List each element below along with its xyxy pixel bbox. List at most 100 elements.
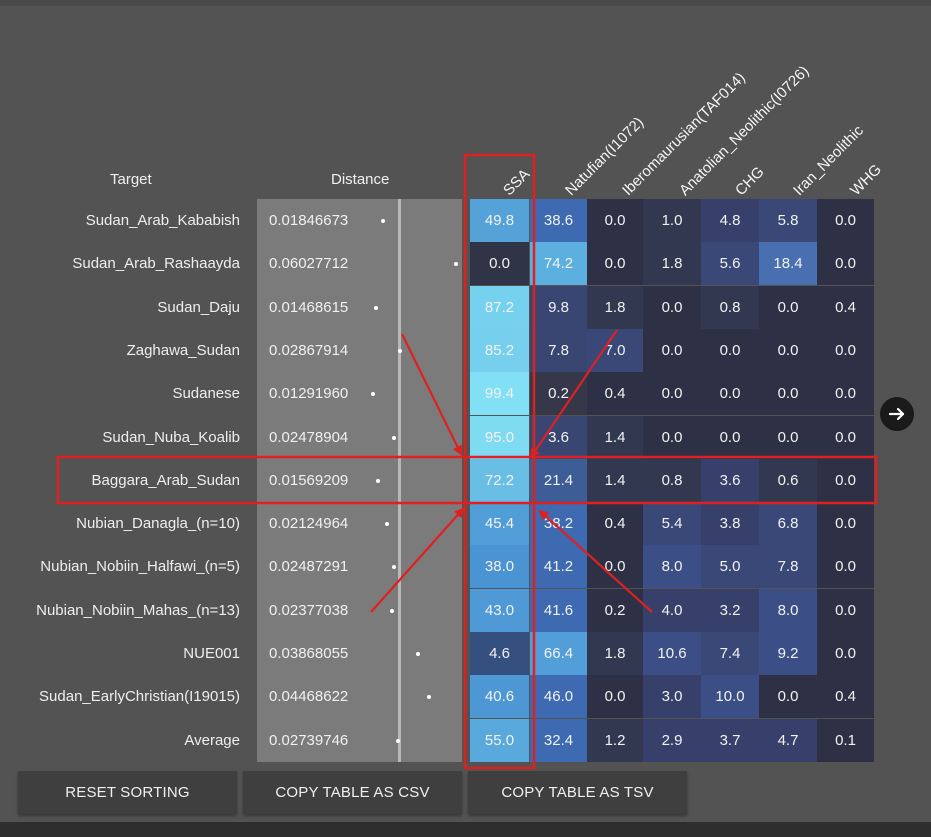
cell-iberomaurusian-taf014: 0.0 <box>587 199 643 242</box>
cell-whg: 0.0 <box>817 588 874 632</box>
cell-chg: 0.0 <box>701 328 759 372</box>
cell-iran-neolithic: 7.8 <box>759 545 817 589</box>
target-name: Sudan_Arab_Rashaayda <box>72 255 240 273</box>
target-name: Nubian_Nobiin_Halfawi_(n=5) <box>40 558 240 576</box>
reset-sorting-button[interactable]: RESET SORTING <box>18 771 237 814</box>
distance-marker <box>374 305 378 310</box>
next-button[interactable] <box>880 397 914 431</box>
distance-marker <box>385 522 389 527</box>
table-row-sudanese: Sudanese 0.01291960 99.4 0.2 0.4 0.0 0.0 0.0 0.0 <box>0 372 931 416</box>
cell-ssa: 72.2 <box>470 458 529 502</box>
distance-value: 0.02124964 <box>269 515 349 533</box>
cell-natufian-i1072: 9.8 <box>530 285 587 329</box>
target-column-header[interactable]: Target <box>110 171 152 188</box>
cell-iran-neolithic: 5.8 <box>759 199 817 242</box>
target-name: Zaghawa_Sudan <box>126 341 240 359</box>
cell-iran-neolithic: 0.0 <box>759 328 817 372</box>
cell-natufian-i1072: 21.4 <box>530 458 587 502</box>
cell-iberomaurusian-taf014: 0.2 <box>587 588 643 632</box>
column-header-chg[interactable]: CHG <box>732 163 768 199</box>
table-row-zaghawa-sudan: Zaghawa_Sudan 0.02867914 85.2 7.8 7.0 0.0 0.0 0… <box>0 328 931 372</box>
cell-whg: 0.4 <box>817 285 874 329</box>
cell-anatolian-neolithic-i0726: 8.0 <box>643 545 701 589</box>
table-row-sudan-earlychristian-i19015: Sudan_EarlyChristian(I19015) 0.04468622 40… <box>0 675 931 719</box>
distance-marker <box>392 565 396 570</box>
column-header-whg[interactable]: WHG <box>847 161 885 199</box>
cell-ssa: 40.6 <box>470 675 529 719</box>
cell-ssa: 45.4 <box>470 502 529 546</box>
table-row-sudan-daju: Sudan_Daju 0.01468615 87.2 9.8 1.8 0.0 0.8 0.0 0… <box>0 285 931 329</box>
cell-anatolian-neolithic-i0726: 1.0 <box>643 199 701 242</box>
cell-chg: 3.7 <box>701 718 759 762</box>
cell-ssa: 49.8 <box>470 199 529 242</box>
cell-iberomaurusian-taf014: 1.8 <box>587 632 643 675</box>
cell-iran-neolithic: 6.8 <box>759 502 817 546</box>
cell-iran-neolithic: 0.0 <box>759 285 817 329</box>
cell-whg: 0.0 <box>817 372 874 416</box>
distance-marker <box>398 348 402 353</box>
distance-marker <box>392 435 396 440</box>
target-name: Sudanese <box>172 385 240 403</box>
cell-ssa: 95.0 <box>470 415 529 459</box>
distance-marker <box>427 695 431 700</box>
copy-table-csv-button[interactable]: COPY TABLE AS CSV <box>243 771 462 814</box>
arrow-right-icon <box>888 407 905 421</box>
cell-iran-neolithic: 8.0 <box>759 588 817 632</box>
cell-whg: 0.0 <box>817 545 874 589</box>
distance-marker <box>381 219 385 223</box>
cell-whg: 0.0 <box>817 502 874 546</box>
cell-iberomaurusian-taf014: 0.0 <box>587 675 643 719</box>
cell-anatolian-neolithic-i0726: 0.0 <box>643 372 701 416</box>
distance-marker <box>376 478 380 483</box>
cell-iran-neolithic: 0.0 <box>759 415 817 459</box>
cell-natufian-i1072: 41.2 <box>530 545 587 589</box>
distance-value: 0.02478904 <box>269 428 349 446</box>
cell-anatolian-neolithic-i0726: 5.4 <box>643 502 701 546</box>
cell-iran-neolithic: 0.6 <box>759 458 817 502</box>
cell-whg: 0.0 <box>817 458 874 502</box>
distance-marker <box>416 652 420 656</box>
cell-ssa: 0.0 <box>470 242 529 286</box>
cell-chg: 3.6 <box>701 458 759 502</box>
cell-iberomaurusian-taf014: 1.4 <box>587 415 643 459</box>
cell-natufian-i1072: 38.6 <box>530 199 587 242</box>
distance-value: 0.01468615 <box>269 298 349 316</box>
distance-value: 0.03868055 <box>269 645 349 662</box>
distance-value: 0.06027712 <box>269 255 349 273</box>
target-name: Sudan_Nuba_Koalib <box>102 428 240 446</box>
copy-table-tsv-button[interactable]: COPY TABLE AS TSV <box>468 771 687 814</box>
table-row-average: Average 0.02739746 55.0 32.4 1.2 2.9 3.7 4.7 0.1 <box>0 718 931 762</box>
distance-column-header[interactable]: Distance <box>331 171 389 188</box>
cell-natufian-i1072: 0.2 <box>530 372 587 416</box>
cell-iran-neolithic: 4.7 <box>759 718 817 762</box>
cell-anatolian-neolithic-i0726: 0.0 <box>643 285 701 329</box>
cell-ssa: 43.0 <box>470 588 529 632</box>
cell-whg: 0.4 <box>817 675 874 719</box>
cell-anatolian-neolithic-i0726: 3.0 <box>643 675 701 719</box>
distance-value: 0.01291960 <box>269 385 349 403</box>
cell-natufian-i1072: 7.8 <box>530 328 587 372</box>
cell-iberomaurusian-taf014: 1.4 <box>587 458 643 502</box>
top-edge <box>0 0 931 6</box>
target-name: Baggara_Arab_Sudan <box>91 471 240 489</box>
cell-anatolian-neolithic-i0726: 2.9 <box>643 718 701 762</box>
cell-whg: 0.0 <box>817 199 874 242</box>
target-name: Sudan_EarlyChristian(I19015) <box>39 688 240 706</box>
table-row-nue001: NUE001 0.03868055 4.6 66.4 1.8 10.6 7.4 9.2 0.0 <box>0 632 931 675</box>
cell-iran-neolithic: 18.4 <box>759 242 817 286</box>
cell-ssa: 99.4 <box>470 372 529 416</box>
column-header-ssa[interactable]: SSA <box>500 166 533 199</box>
cell-whg: 0.0 <box>817 632 874 675</box>
target-name: Sudan_Arab_Kababish <box>85 212 240 229</box>
target-name: Sudan_Daju <box>157 298 240 316</box>
bottom-edge <box>0 822 931 837</box>
table-row-baggara-arab-sudan: Baggara_Arab_Sudan 0.01569209 72.2 21.4 1.4 0… <box>0 458 931 502</box>
distance-marker <box>454 262 458 267</box>
table-row-sudan-arab-rashaayda: Sudan_Arab_Rashaayda 0.06027712 0.0 74.2 0.0… <box>0 242 931 286</box>
cell-chg: 0.0 <box>701 415 759 459</box>
distance-value: 0.02377038 <box>269 601 349 619</box>
cell-iberomaurusian-taf014: 1.2 <box>587 718 643 762</box>
distance-marker <box>396 738 400 743</box>
cell-iran-neolithic: 0.0 <box>759 675 817 719</box>
table-row-nubian-danagla-n-10: Nubian_Danagla_(n=10) 0.02124964 45.4 38.2 0… <box>0 502 931 546</box>
